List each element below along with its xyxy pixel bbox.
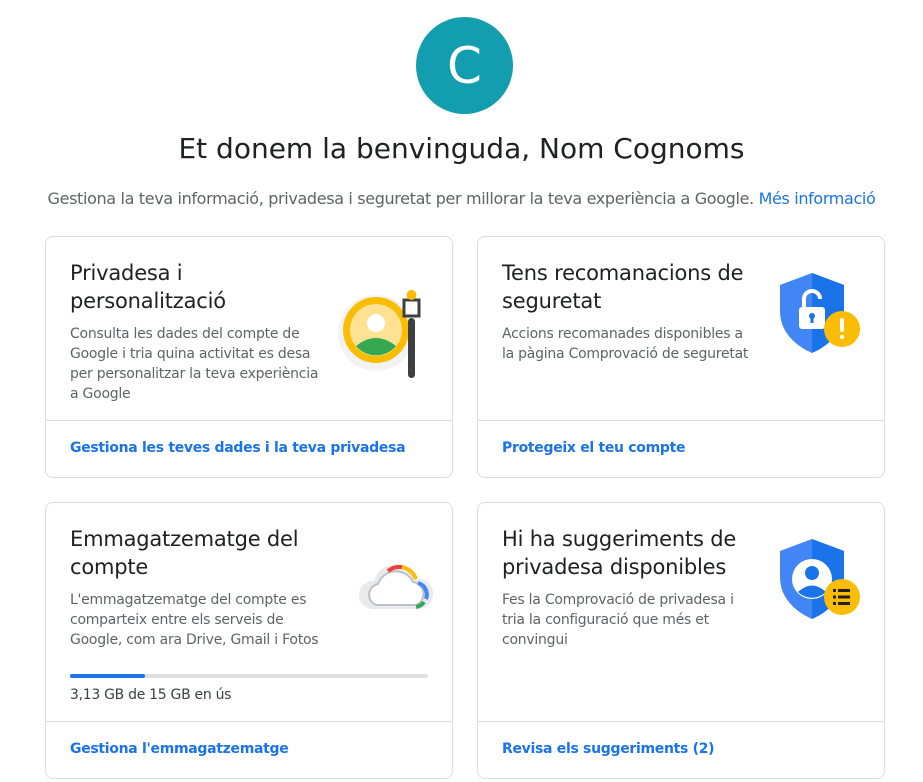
privacy-suggestions-card-description: Fes la Comprovació de privadesa i tria l…: [502, 592, 734, 648]
privacy-suggestions-card-footer: Revisa els suggeriments (2): [478, 721, 884, 778]
privacy-check-shield-icon: [780, 539, 860, 619]
subtitle-text: Gestiona la teva informació, privadesa i…: [47, 189, 755, 208]
cloud-storage-icon: [358, 564, 434, 609]
manage-storage-link[interactable]: Gestiona l'emmagatzematge: [70, 741, 289, 757]
storage-card-description: L'emmagatzematge del compte es compartei…: [70, 592, 319, 648]
storage-card-title: Emmagatzematge del compte: [70, 527, 299, 579]
privacy-card: Privadesa i personalització Consulta les…: [45, 236, 453, 478]
privacy-card-footer: Gestiona les teves dades i la teva priva…: [46, 420, 452, 477]
storage-card: Emmagatzematge del compte L'emmagatzemat…: [45, 502, 453, 779]
storage-progress-fill: [70, 674, 145, 678]
security-card-description: Accions recomanades disponibles a la pàg…: [502, 326, 749, 362]
security-card: Tens recomanacions de seguretat Accions …: [477, 236, 885, 478]
more-info-link[interactable]: Més informació: [759, 189, 876, 208]
protect-account-link[interactable]: Protegeix el teu compte: [502, 440, 686, 456]
storage-progress-bar: [70, 674, 428, 678]
storage-usage-text: 3,13 GB de 15 GB en ús: [70, 687, 232, 703]
privacy-personalization-icon: [338, 290, 421, 378]
security-card-footer: Protegeix el teu compte: [478, 420, 884, 477]
avatar[interactable]: C: [416, 17, 513, 114]
security-shield-warning-icon: [780, 273, 860, 353]
page-subtitle: Gestiona la teva informació, privadesa i…: [0, 189, 923, 208]
review-suggestions-link[interactable]: Revisa els suggeriments (2): [502, 741, 715, 757]
security-card-title: Tens recomanacions de seguretat: [502, 261, 744, 313]
privacy-card-title: Privadesa i personalització: [70, 261, 226, 313]
manage-data-privacy-link[interactable]: Gestiona les teves dades i la teva priva…: [70, 440, 406, 456]
storage-card-footer: Gestiona l'emmagatzematge: [46, 721, 452, 778]
privacy-suggestions-card: Hi ha suggeriments de privadesa disponib…: [477, 502, 885, 779]
privacy-suggestions-card-title: Hi ha suggeriments de privadesa disponib…: [502, 527, 737, 579]
privacy-card-description: Consulta les dades del compte de Google …: [70, 326, 319, 402]
avatar-letter: C: [447, 36, 482, 95]
page-title: Et donem la benvinguda, Nom Cognoms: [178, 132, 745, 165]
